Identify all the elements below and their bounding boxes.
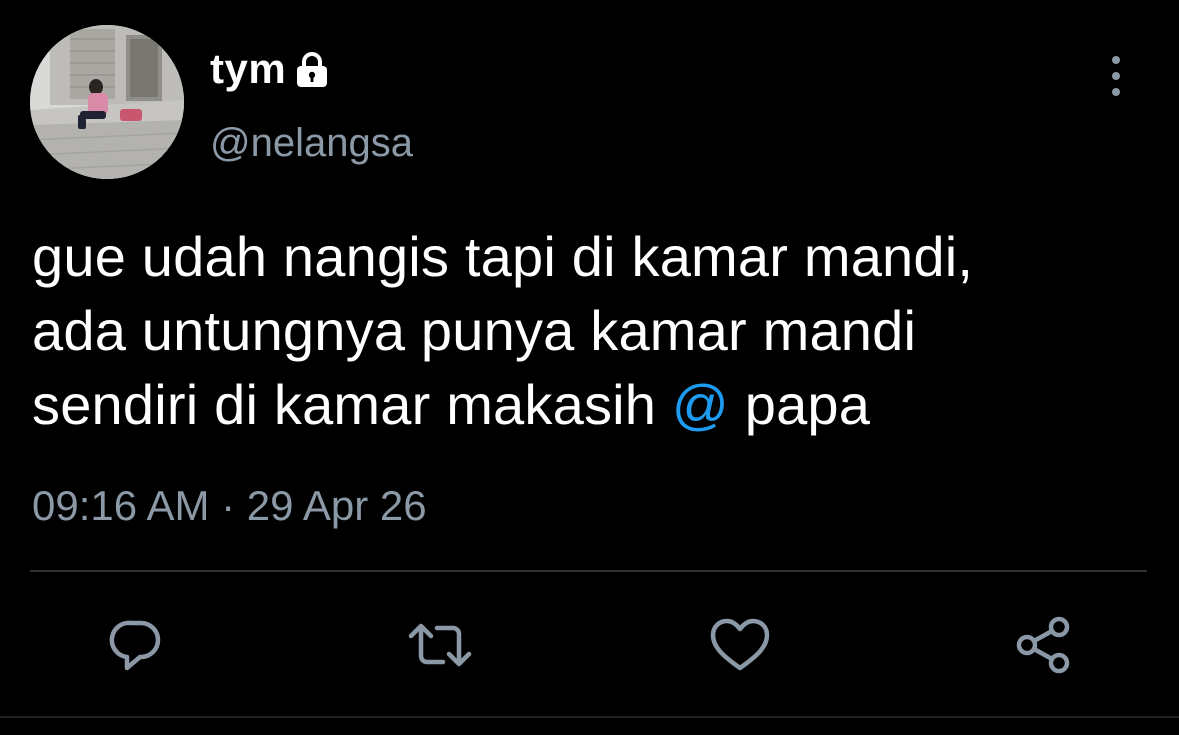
tweet-timestamp[interactable]: 09:16 AM · 29 Apr 26 — [32, 482, 427, 530]
like-button[interactable] — [707, 612, 773, 678]
reply-icon — [109, 620, 161, 671]
more-dot-icon — [1112, 72, 1120, 80]
more-dot-icon — [1112, 88, 1120, 96]
tweet-line: ada untungnya punya kamar mandi — [32, 299, 917, 362]
display-name-text: tym — [210, 45, 287, 92]
retweet-button[interactable] — [407, 612, 473, 678]
retweet-icon — [408, 623, 472, 667]
lock-icon — [292, 50, 332, 90]
heart-icon — [710, 618, 770, 671]
share-button[interactable] — [1010, 612, 1076, 678]
more-options-button[interactable] — [1098, 56, 1134, 96]
tweet-line: sendiri di kamar makasih @ papa — [32, 368, 1152, 442]
share-icon — [1016, 616, 1070, 674]
mention-link[interactable]: @ — [672, 373, 729, 436]
bottom-divider — [0, 716, 1179, 718]
tweet-detail: tym @nelangsa gue udah nangis tapi di ka… — [0, 0, 1179, 735]
avatar-photo — [30, 25, 184, 179]
author-display-name[interactable]: tym — [210, 44, 332, 94]
tweet-text: gue udah nangis tapi di kamar mandi, ada… — [32, 220, 1152, 442]
tweet-line: gue udah nangis tapi di kamar mandi, — [32, 225, 974, 288]
more-dot-icon — [1112, 56, 1120, 64]
avatar[interactable] — [30, 25, 184, 179]
author-handle[interactable]: @nelangsa — [210, 121, 413, 166]
divider — [30, 570, 1147, 572]
tweet-line-text: papa — [728, 373, 871, 436]
tweet-line-text: sendiri di kamar makasih — [32, 373, 672, 436]
reply-button[interactable] — [103, 612, 169, 678]
